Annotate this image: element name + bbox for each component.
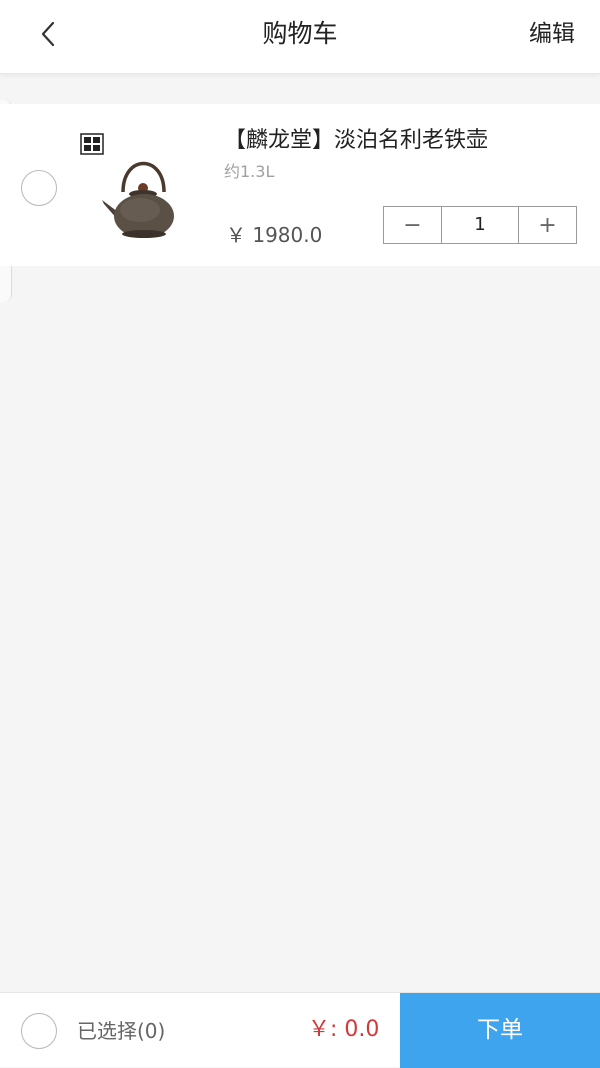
- page-title: 购物车: [262, 19, 338, 48]
- top-bar: 购物车 编辑: [0, 0, 600, 74]
- edit-button[interactable]: 编辑: [529, 14, 575, 54]
- quantity-stepper: − 1 +: [383, 206, 577, 244]
- total-price: ￥: 0.0: [308, 1017, 380, 1042]
- product-name[interactable]: 【麟龙堂】淡泊名利老铁壶: [224, 124, 488, 158]
- cart-item: 【麟龙堂】淡泊名利老铁壶 约1.3L ￥ 1980.0 − 1 +: [0, 104, 600, 266]
- iron-teapot-icon: [80, 133, 174, 238]
- increase-button[interactable]: +: [519, 207, 576, 243]
- decrease-button[interactable]: −: [384, 207, 441, 243]
- product-spec: 约1.3L: [224, 162, 275, 181]
- product-price: ￥ 1980.0: [226, 223, 323, 247]
- checkout-bar: 已选择(0) ￥: 0.0 下单: [0, 992, 600, 1068]
- select-all-radio[interactable]: [21, 1013, 57, 1049]
- item-select-radio[interactable]: [21, 170, 57, 206]
- product-image[interactable]: [78, 130, 198, 250]
- selected-count-label: 已选择(0): [77, 1019, 166, 1043]
- quantity-input[interactable]: 1: [441, 207, 519, 243]
- place-order-button[interactable]: 下单: [400, 993, 600, 1068]
